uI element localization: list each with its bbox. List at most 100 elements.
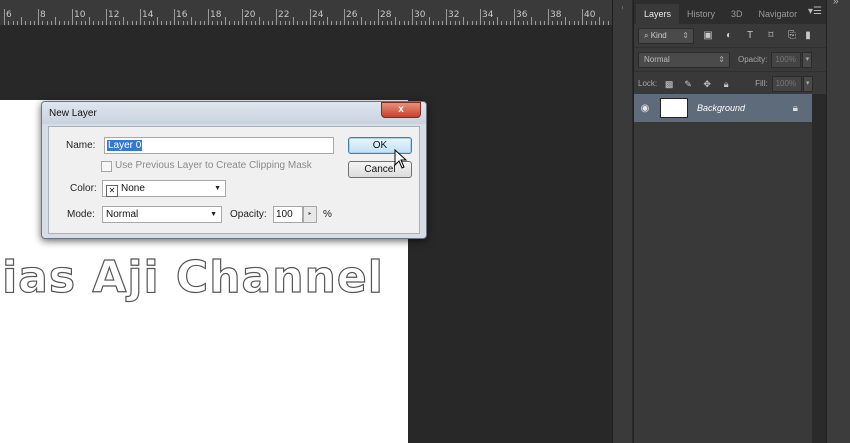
- shape-filter-icon[interactable]: ⌑: [764, 29, 778, 43]
- ruler-tick: [390, 21, 392, 25]
- opacity-label: Opacity:: [738, 55, 768, 64]
- lock-move-icon[interactable]: ✥: [700, 77, 714, 91]
- ruler-tick: [416, 21, 418, 25]
- ruler-tick: [67, 21, 69, 25]
- ruler-tick: [76, 21, 78, 25]
- lock-icon[interactable]: 🔒︎: [793, 103, 798, 114]
- ruler-tick: [148, 21, 150, 25]
- fill-arrow-icon[interactable]: ▾: [802, 75, 813, 92]
- tab-history[interactable]: History: [679, 4, 723, 24]
- opacity-unit: %: [323, 209, 332, 220]
- ruler-label: 16: [176, 10, 188, 20]
- fill-input[interactable]: 100%: [771, 75, 802, 92]
- layer-name-input[interactable]: Layer 0: [104, 137, 334, 154]
- tab-layers[interactable]: Layers: [636, 4, 680, 24]
- ruler-tick: [526, 21, 528, 25]
- type-filter-icon[interactable]: T: [743, 29, 757, 43]
- pixel-filter-icon[interactable]: ▣: [701, 29, 715, 43]
- ruler-tick: [318, 21, 320, 25]
- no-color-icon: ✕: [106, 185, 118, 197]
- ruler-label: 12: [108, 10, 120, 20]
- ruler-tick: [169, 21, 171, 25]
- ruler-tick: [501, 21, 503, 25]
- filter-toggle-icon[interactable]: ▮: [801, 29, 815, 43]
- grip-icon: [622, 6, 623, 9]
- ruler-tick: [237, 21, 239, 25]
- ruler-tick: [331, 21, 333, 25]
- ruler-tick: [607, 21, 609, 25]
- ruler-tick: [399, 21, 401, 25]
- ruler-tick: [101, 21, 103, 25]
- ruler-tick: [433, 21, 435, 25]
- adjustment-filter-icon[interactable]: ◐: [722, 29, 736, 43]
- ruler-tick: [297, 21, 299, 25]
- blend-mode-select[interactable]: Normal ⇕: [638, 51, 730, 68]
- color-value: None: [121, 183, 145, 194]
- ruler-tick: [208, 9, 209, 25]
- right-dock-strip: »: [826, 0, 850, 443]
- eye-icon[interactable]: ◉: [634, 103, 656, 114]
- panel-menu-icon[interactable]: ▾☰: [808, 6, 822, 17]
- ruler-tick: [80, 21, 82, 25]
- ruler-tick: [488, 21, 490, 25]
- ruler-tick: [229, 21, 231, 25]
- lock-label: Lock:: [638, 79, 658, 88]
- opacity-arrow-icon[interactable]: ▾: [802, 51, 813, 68]
- ruler-tick: [267, 21, 269, 25]
- ruler-tick: [475, 21, 477, 25]
- panel-scrollbar[interactable]: [812, 94, 826, 443]
- double-arrow-icon[interactable]: »: [833, 0, 839, 7]
- lock-transparent-icon[interactable]: ▩: [662, 77, 676, 91]
- dialog-title: New Layer: [49, 108, 97, 119]
- ruler-tick: [437, 21, 439, 25]
- ruler-tick: [590, 21, 592, 25]
- tab-3d[interactable]: 3D: [723, 4, 751, 24]
- ruler-tick: [29, 21, 31, 25]
- clipping-mask-checkbox[interactable]: [101, 161, 112, 172]
- ruler-tick: [446, 9, 447, 25]
- ruler-label: 18: [210, 10, 222, 20]
- ruler-tick: [8, 21, 10, 25]
- layer-thumbnail: [660, 98, 688, 118]
- ruler-tick: [284, 21, 286, 25]
- dropdown-arrow-icon: ▼: [214, 185, 221, 192]
- ruler-tick: [110, 21, 112, 25]
- lock-brush-icon[interactable]: ✎: [681, 77, 695, 91]
- ruler-tick: [59, 21, 61, 25]
- opacity-input[interactable]: 100: [273, 206, 303, 223]
- ruler-tick: [178, 21, 180, 25]
- ruler-tick: [314, 21, 316, 25]
- ruler-tick: [186, 21, 188, 25]
- ruler-tick: [492, 21, 494, 25]
- color-select[interactable]: ✕ None ▼: [102, 180, 226, 197]
- ruler-label: 24: [312, 10, 324, 20]
- layer-row-background[interactable]: ◉ Background 🔒︎: [634, 94, 812, 122]
- blend-mode-value: Normal: [644, 54, 670, 64]
- ruler-tick: [118, 21, 120, 25]
- smart-object-filter-icon[interactable]: ⎘: [785, 29, 799, 43]
- ruler-label: 30: [414, 10, 426, 20]
- ruler-tick: [254, 21, 256, 25]
- ruler-tick: [301, 21, 303, 25]
- ruler-tick: [454, 21, 456, 25]
- panel-dock-divider[interactable]: [612, 0, 632, 443]
- opacity-input[interactable]: 100%: [771, 51, 802, 68]
- mode-select[interactable]: Normal ▼: [102, 206, 222, 223]
- ruler-tick: [225, 17, 226, 25]
- ruler-label: 8: [40, 10, 46, 20]
- dialog-titlebar[interactable]: New Layer x: [42, 102, 426, 124]
- lock-all-icon[interactable]: 🔒︎: [719, 77, 733, 91]
- ruler-tick: [441, 21, 443, 25]
- ruler-tick: [484, 21, 486, 25]
- ruler-tick: [259, 17, 260, 25]
- filter-kind-select[interactable]: ⌕ Kind ⇕: [638, 27, 694, 44]
- ruler-tick: [21, 17, 22, 25]
- ruler-tick: [33, 21, 35, 25]
- ruler-tick: [463, 17, 464, 25]
- tab-navigator[interactable]: Navigator: [751, 4, 806, 24]
- layer-name-value: Layer 0: [107, 140, 143, 151]
- opacity-arrow-icon[interactable]: ▸: [303, 206, 317, 223]
- ruler-tick: [522, 21, 524, 25]
- ruler-tick: [424, 21, 426, 25]
- close-icon[interactable]: x: [381, 102, 421, 118]
